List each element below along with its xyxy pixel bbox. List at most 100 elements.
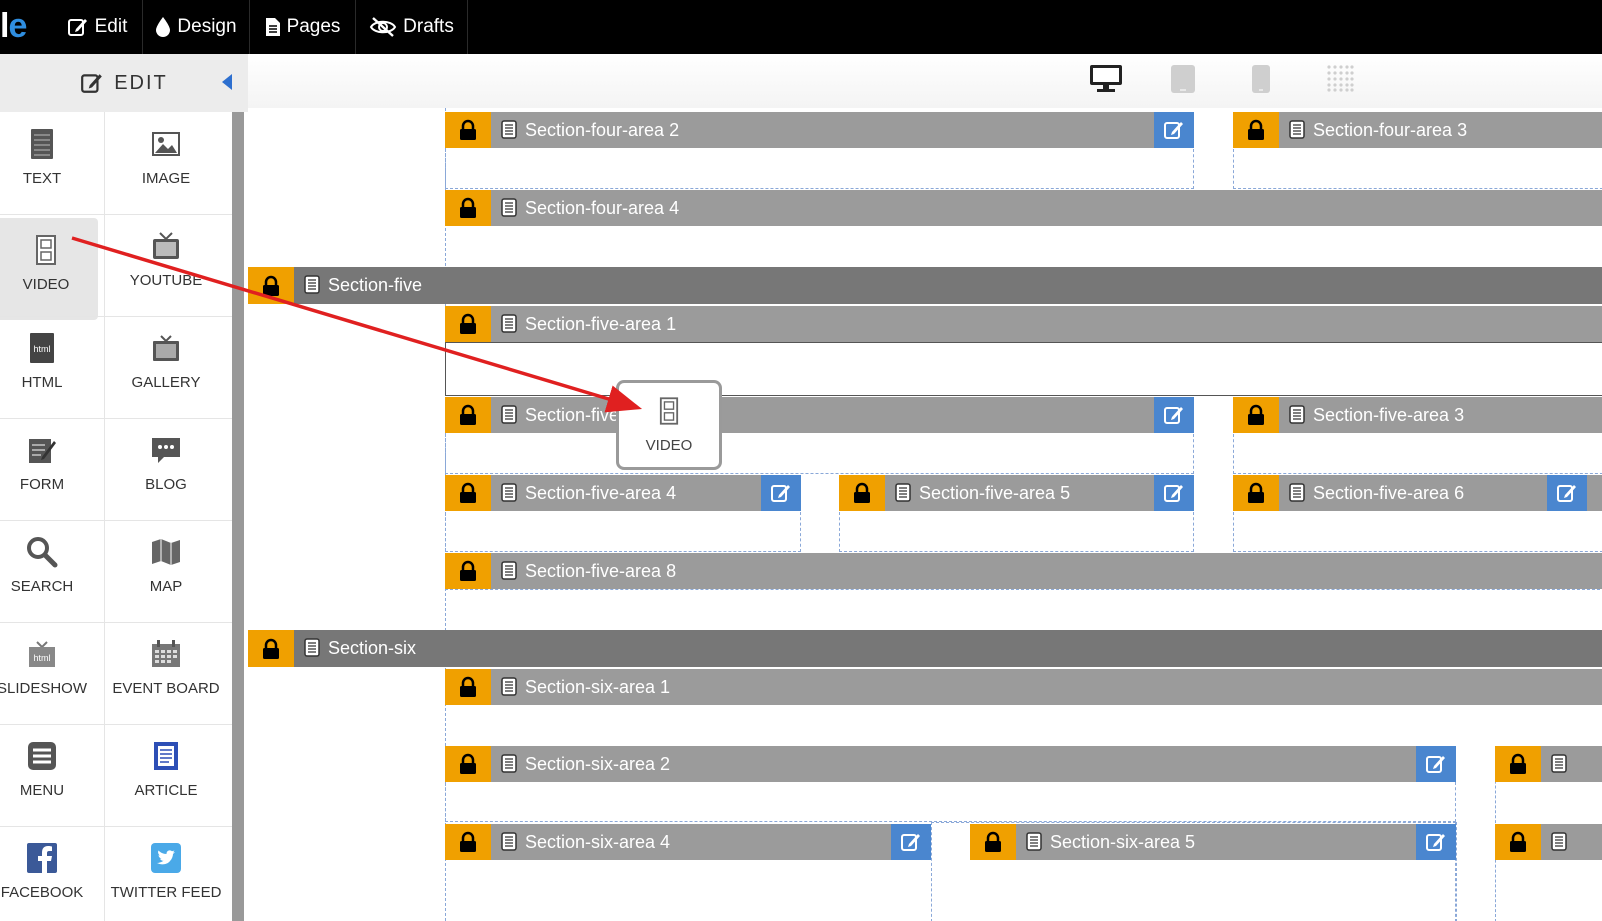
- widget-blog[interactable]: BLOG: [114, 418, 218, 520]
- slideshow-icon: html: [29, 641, 55, 667]
- area-bar-section-five-area-8[interactable]: Section-five-area 8: [445, 553, 1602, 589]
- gallery-icon: [153, 335, 179, 361]
- nav-tab-label: Drafts: [403, 16, 454, 37]
- edit-area-button[interactable]: [1416, 824, 1456, 860]
- dragged-video-widget[interactable]: VIDEO: [616, 380, 722, 470]
- area-container: [1233, 512, 1602, 552]
- widget-search[interactable]: SEARCH: [0, 520, 94, 622]
- nav-tab-pages[interactable]: Pages: [250, 0, 356, 54]
- widget-youtube[interactable]: YOUTUBE: [114, 214, 218, 316]
- lock-icon[interactable]: [1233, 475, 1279, 511]
- nav-tab-design[interactable]: Design: [143, 0, 250, 54]
- menu-icon: [28, 742, 56, 770]
- section-bar-section-five[interactable]: Section-five: [248, 267, 1602, 304]
- lock-icon[interactable]: [445, 475, 491, 511]
- area-bar-section-five-area-6[interactable]: Section-five-area 6: [1233, 475, 1602, 511]
- palette-scrollbar[interactable]: [232, 112, 244, 921]
- device-preview-bar: [248, 54, 1602, 109]
- widget-map[interactable]: MAP: [114, 520, 218, 622]
- twitter-icon: [151, 843, 181, 873]
- lock-icon[interactable]: [248, 630, 294, 667]
- widget-image[interactable]: IMAGE: [114, 112, 218, 214]
- lock-icon[interactable]: [970, 824, 1016, 860]
- nav-tab-edit[interactable]: Edit: [52, 0, 143, 54]
- lock-icon[interactable]: [445, 553, 491, 589]
- area-bar-section-five-area-5[interactable]: Section-five-area 5: [839, 475, 1194, 511]
- nav-tab-label: Pages: [286, 16, 341, 37]
- lock-icon[interactable]: [1495, 746, 1541, 782]
- widget-article[interactable]: ARTICLE: [114, 724, 218, 826]
- lock-icon[interactable]: [445, 112, 491, 148]
- form-icon: [29, 439, 56, 463]
- collapse-panel-icon[interactable]: [222, 74, 232, 90]
- widget-menu[interactable]: MENU: [0, 724, 94, 826]
- page-canvas: Section-four-area 2 Section-four-area 3 …: [248, 108, 1602, 921]
- area-container: [445, 149, 1194, 189]
- area-bar-section-six-area-1[interactable]: Section-six-area 1: [445, 669, 1602, 705]
- area-bar-section-four-area-4[interactable]: Section-four-area 4: [445, 190, 1602, 226]
- widget-video[interactable]: VIDEO: [0, 218, 98, 320]
- area-bar-section-six-area-3[interactable]: [1495, 746, 1602, 782]
- palette-divider: [0, 826, 232, 827]
- widget-html[interactable]: html HTML: [0, 316, 94, 418]
- area-bar-section-five-area-3[interactable]: Section-five-area 3: [1233, 397, 1602, 433]
- area-title: Section-six-area 5: [1050, 832, 1196, 852]
- phone-icon[interactable]: [1251, 64, 1271, 94]
- area-title: Section-five-area 6: [1313, 483, 1465, 503]
- area-bar-section-five-area-1[interactable]: Section-five-area 1: [445, 306, 1602, 342]
- widget-form[interactable]: FORM: [0, 418, 94, 520]
- lock-icon[interactable]: [1233, 397, 1279, 433]
- lock-icon[interactable]: [445, 746, 491, 782]
- document-icon: [501, 754, 517, 773]
- widget-facebook[interactable]: FACEBOOK: [0, 826, 94, 921]
- area-title: Section-five-area 5: [919, 483, 1071, 503]
- lock-icon[interactable]: [445, 306, 491, 342]
- edit-area-button[interactable]: [1416, 746, 1456, 782]
- nav-tab-drafts[interactable]: Drafts: [356, 0, 468, 54]
- widget-twitter-feed[interactable]: TWITTER FEED: [111, 826, 221, 921]
- document-icon: [501, 832, 517, 851]
- edit-area-button[interactable]: [1154, 397, 1194, 433]
- document-icon: [501, 677, 517, 696]
- widget-event-board[interactable]: EVENT BOARD: [112, 622, 220, 724]
- lock-icon[interactable]: [1495, 824, 1541, 860]
- lock-icon[interactable]: [1233, 112, 1279, 148]
- tablet-landscape-icon[interactable]: [1170, 64, 1196, 94]
- grid-icon[interactable]: [1326, 64, 1354, 92]
- area-bar-section-six-area-5[interactable]: Section-six-area 5: [970, 824, 1456, 860]
- lock-icon[interactable]: [445, 669, 491, 705]
- area-container: [445, 512, 801, 552]
- widget-text[interactable]: TEXT: [0, 112, 94, 214]
- edit-area-button[interactable]: [1154, 112, 1194, 148]
- lock-icon[interactable]: [445, 190, 491, 226]
- edit-area-button[interactable]: [1154, 475, 1194, 511]
- area-title: Section-four-area 2: [525, 120, 680, 140]
- search-icon: [27, 537, 58, 568]
- app-logo[interactable]: le: [0, 6, 27, 46]
- area-bar-section-six-area-6[interactable]: [1495, 824, 1602, 860]
- area-bar-section-six-area-2[interactable]: Section-six-area 2: [445, 746, 1456, 782]
- widget-gallery[interactable]: GALLERY: [114, 316, 218, 418]
- area-bar-section-six-area-4[interactable]: Section-six-area 4: [445, 824, 931, 860]
- edit-area-button[interactable]: [1547, 475, 1587, 511]
- lock-icon[interactable]: [445, 397, 491, 433]
- edit-icon: [1426, 756, 1445, 773]
- area-bar-section-five-area-2[interactable]: Section-five: [445, 397, 1194, 433]
- area-bar-section-four-area-2[interactable]: Section-four-area 2: [445, 112, 1194, 148]
- area-bar-section-five-area-4[interactable]: Section-five-area 4: [445, 475, 801, 511]
- section-bar-section-six[interactable]: Section-six: [248, 630, 1602, 667]
- edit-icon: [1426, 834, 1445, 851]
- lock-icon[interactable]: [248, 267, 294, 304]
- edit-icon: [67, 19, 87, 36]
- desktop-icon[interactable]: [1089, 64, 1123, 94]
- top-nav-bar: le Edit Design Pages Drafts: [0, 0, 1602, 54]
- edit-icon: [81, 74, 103, 93]
- widget-slideshow[interactable]: html SLIDESHOW: [0, 622, 94, 724]
- document-icon: [1026, 832, 1042, 851]
- area-title: Section-five-area 3: [1313, 405, 1465, 425]
- edit-area-button[interactable]: [761, 475, 801, 511]
- lock-icon[interactable]: [445, 824, 491, 860]
- edit-area-button[interactable]: [891, 824, 931, 860]
- lock-icon[interactable]: [839, 475, 885, 511]
- area-bar-section-four-area-3[interactable]: Section-four-area 3: [1233, 112, 1602, 148]
